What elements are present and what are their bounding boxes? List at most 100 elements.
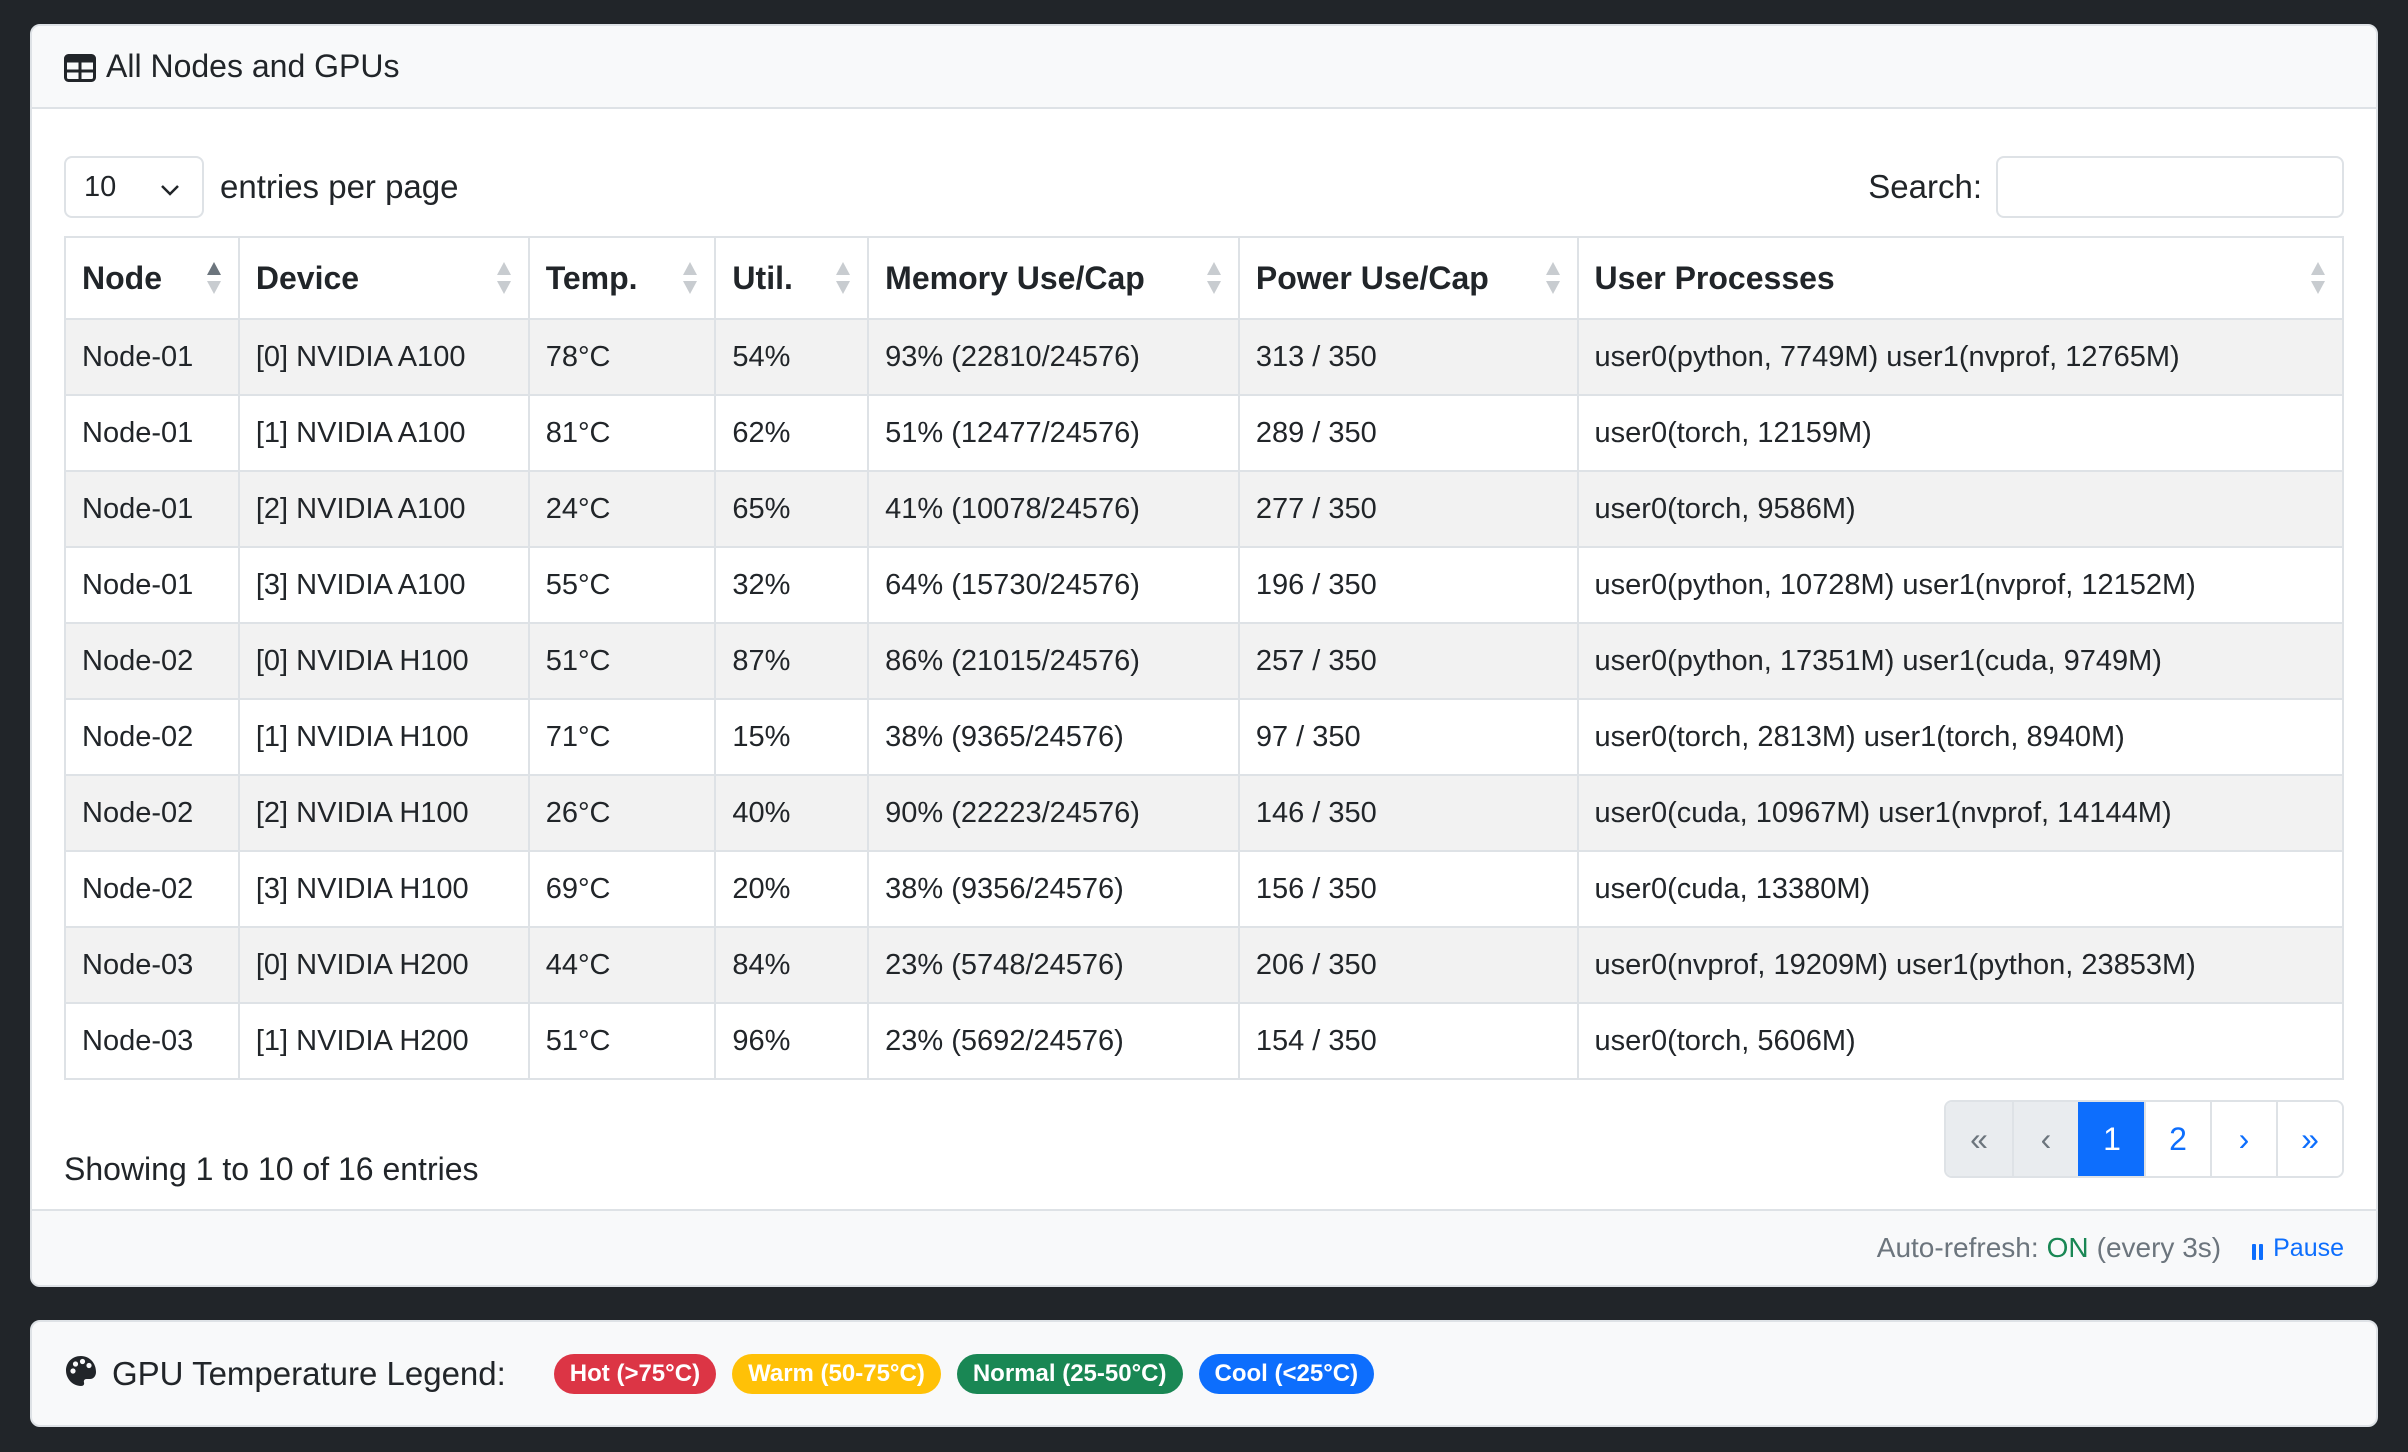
table-cell: [1] NVIDIA A100 (237, 394, 530, 472)
page-size-label: entries per page (220, 168, 459, 205)
sort-icon (835, 260, 851, 296)
column-header[interactable]: Device (237, 236, 530, 320)
table-cell: user0(python, 17351M) user1(cuda, 9749M) (1576, 622, 2345, 700)
pause-button[interactable]: Pause (2251, 1234, 2344, 1263)
table-cell: user0(torch, 12159M) (1576, 394, 2345, 472)
sort-icon (682, 260, 698, 296)
table-cell: [0] NVIDIA H100 (237, 622, 530, 700)
table-cell: 26°C (527, 774, 717, 852)
table-cell: user0(torch, 9586M) (1576, 470, 2345, 548)
table-cell: 86% (21015/24576) (867, 622, 1240, 700)
pause-icon (2251, 1239, 2265, 1260)
sort-icon (1545, 260, 1561, 296)
table-cell: 277 / 350 (1237, 470, 1579, 548)
table-cell: Node-03 (64, 926, 240, 1004)
next-page-button[interactable]: › (2210, 1102, 2276, 1176)
table-cell: 51°C (527, 1002, 717, 1080)
table-cell: 146 / 350 (1237, 774, 1579, 852)
last-page-button[interactable]: » (2276, 1102, 2342, 1176)
table-cell: 51°C (527, 622, 717, 700)
card-footer: Auto-refresh: ON (every 3s) Pause (32, 1209, 2376, 1285)
table-cell: Node-03 (64, 1002, 240, 1080)
table-cell: [0] NVIDIA A100 (237, 318, 530, 396)
table-cell: 41% (10078/24576) (867, 470, 1240, 548)
table-row: Node-01 [0] NVIDIA A100 78°C 54% 93% (22810/… (64, 318, 2345, 396)
table-cell: 81°C (527, 394, 717, 472)
table-cell: 97 / 350 (1237, 698, 1579, 776)
table-cell: Node-02 (64, 698, 240, 776)
table-cell: 40% (714, 774, 870, 852)
column-header[interactable]: User Processes (1576, 236, 2345, 320)
table-cell: 289 / 350 (1237, 394, 1579, 472)
table-cell: 15% (714, 698, 870, 776)
column-header-label: Node (82, 259, 162, 296)
table-header-row: Node Device Temp. Util. Memory Use/Cap Power … (64, 236, 2345, 320)
gpu-table: Node Device Temp. Util. Memory Use/Cap Power … (64, 236, 2345, 1080)
page-size-select[interactable]: 10 (64, 156, 204, 218)
page-2-button[interactable]: 2 (2144, 1102, 2210, 1176)
table-cell: [1] NVIDIA H200 (237, 1002, 530, 1080)
table-row: Node-03 [0] NVIDIA H200 44°C 84% 23% (5748/2… (64, 926, 2345, 1004)
sort-icon (1206, 260, 1222, 296)
column-header-label: Util. (732, 259, 793, 296)
table-cell: 38% (9365/24576) (867, 698, 1240, 776)
table-cell: 156 / 350 (1237, 850, 1579, 928)
table-row: Node-01 [3] NVIDIA A100 55°C 32% 64% (15730/… (64, 546, 2345, 624)
pagination-info: Showing 1 to 10 of 16 entries (64, 1151, 479, 1187)
column-header[interactable]: Power Use/Cap (1237, 236, 1579, 320)
legend-title: GPU Temperature Legend: (112, 1354, 506, 1392)
table-cell: 62% (714, 394, 870, 472)
table-cell: [3] NVIDIA H100 (237, 850, 530, 928)
table-body: Node-01 [0] NVIDIA A100 78°C 54% 93% (22810/… (64, 318, 2345, 1080)
column-header[interactable]: Memory Use/Cap (867, 236, 1240, 320)
table-cell: 23% (5748/24576) (867, 926, 1240, 1004)
column-header[interactable]: Node (64, 236, 240, 320)
table-cell: [2] NVIDIA H100 (237, 774, 530, 852)
table-cell: user0(cuda, 10967M) user1(nvprof, 14144M… (1576, 774, 2345, 852)
page-1-button[interactable]: 1 (2078, 1102, 2144, 1176)
table-row: Node-02 [0] NVIDIA H100 51°C 87% 86% (21015/… (64, 622, 2345, 700)
table-cell: user0(python, 7749M) user1(nvprof, 12765… (1576, 318, 2345, 396)
page-size-value: 10 (84, 170, 117, 203)
sort-icon (496, 260, 512, 296)
table-icon (64, 53, 96, 82)
table-row: Node-02 [1] NVIDIA H100 71°C 15% 38% (9365/2… (64, 698, 2345, 776)
table-cell: 24°C (527, 470, 717, 548)
table-cell: 78°C (527, 318, 717, 396)
table-cell: [1] NVIDIA H100 (237, 698, 530, 776)
table-cell: 54% (714, 318, 870, 396)
column-header[interactable]: Util. (714, 236, 870, 320)
table-cell: 154 / 350 (1237, 1002, 1579, 1080)
table-cell: 87% (714, 622, 870, 700)
column-header[interactable]: Temp. (527, 236, 717, 320)
table-row: Node-01 [2] NVIDIA A100 24°C 65% 41% (10078/… (64, 470, 2345, 548)
table-cell: 84% (714, 926, 870, 1004)
table-cell: Node-01 (64, 394, 240, 472)
first-page-button: « (1946, 1102, 2012, 1176)
search-input[interactable] (1996, 156, 2344, 218)
auto-refresh-interval: (every 3s) (2096, 1232, 2222, 1263)
table-cell: 71°C (527, 698, 717, 776)
column-header-label: Power Use/Cap (1255, 259, 1489, 296)
table-cell: 23% (5692/24576) (867, 1002, 1240, 1080)
table-cell: 69°C (527, 850, 717, 928)
table-cell: [2] NVIDIA A100 (237, 470, 530, 548)
table-cell: 51% (12477/24576) (867, 394, 1240, 472)
table-cell: 96% (714, 1002, 870, 1080)
table-cell: Node-02 (64, 622, 240, 700)
table-cell: 20% (714, 850, 870, 928)
table-cell: Node-01 (64, 470, 240, 548)
table-cell: 93% (22810/24576) (867, 318, 1240, 396)
table-row: Node-03 [1] NVIDIA H200 51°C 96% 23% (5692/2… (64, 1002, 2345, 1080)
prev-page-button: ‹ (2012, 1102, 2078, 1176)
auto-refresh-label: Auto-refresh: (1876, 1232, 2039, 1263)
table-cell: 206 / 350 (1237, 926, 1579, 1004)
card-header: All Nodes and GPUs (32, 26, 2376, 109)
legend-badge: Hot (>75°C) (553, 1353, 717, 1394)
table-cell: user0(cuda, 13380M) (1576, 850, 2345, 928)
table-cell: 38% (9356/24576) (867, 850, 1240, 928)
table-cell: 44°C (527, 926, 717, 1004)
column-header-label: Temp. (545, 259, 638, 296)
pause-label: Pause (2273, 1233, 2344, 1262)
nodes-card: All Nodes and GPUs 10 entries per page S… (30, 24, 2378, 1287)
